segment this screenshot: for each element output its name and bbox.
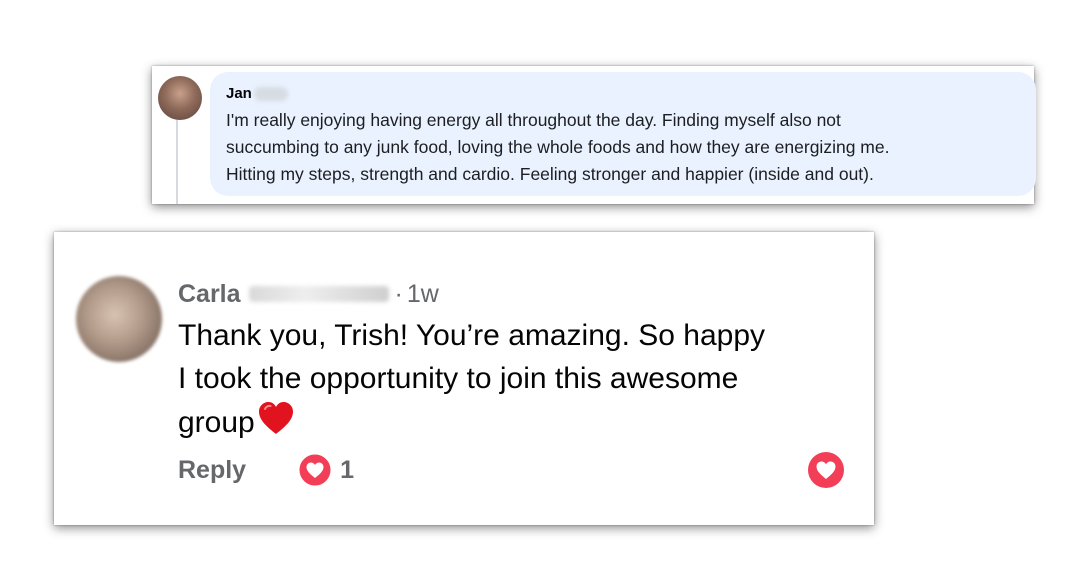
comment-author-name[interactable]: Jan xyxy=(226,85,252,102)
comment-card-carla: Carla · 1w Thank you, Trish! You’re amaz… xyxy=(54,232,874,525)
comment-author-name[interactable]: Carla xyxy=(178,280,241,309)
love-icon xyxy=(808,452,844,488)
comment-bubble: Jan I'm really enjoying having energy al… xyxy=(210,72,1036,196)
comment-timestamp[interactable]: 1w xyxy=(407,280,439,309)
love-reaction-button[interactable] xyxy=(806,450,846,490)
reaction-count: 1 xyxy=(340,455,354,484)
separator-dot: · xyxy=(394,279,403,308)
thread-line xyxy=(176,116,178,204)
comment-author-row: Jan xyxy=(226,85,288,103)
avatar[interactable] xyxy=(76,276,162,362)
love-reaction-icon xyxy=(298,453,332,487)
red-heart-emoji-icon xyxy=(257,400,295,448)
reply-button[interactable]: Reply xyxy=(178,456,246,485)
comment-text: I'm really enjoying having energy all th… xyxy=(226,110,890,184)
reaction-summary[interactable]: 1 xyxy=(298,453,354,487)
avatar[interactable] xyxy=(158,76,202,120)
blurred-surname xyxy=(248,286,389,302)
comment-actions: Reply 1 xyxy=(178,452,354,488)
blurred-surname xyxy=(253,86,288,101)
comment-card-jan: Jan I'm really enjoying having energy al… xyxy=(152,66,1036,204)
comment-text: Thank you, Trish! You’re amazing. So hap… xyxy=(178,314,858,448)
comment-header: Carla · 1w xyxy=(178,278,439,310)
